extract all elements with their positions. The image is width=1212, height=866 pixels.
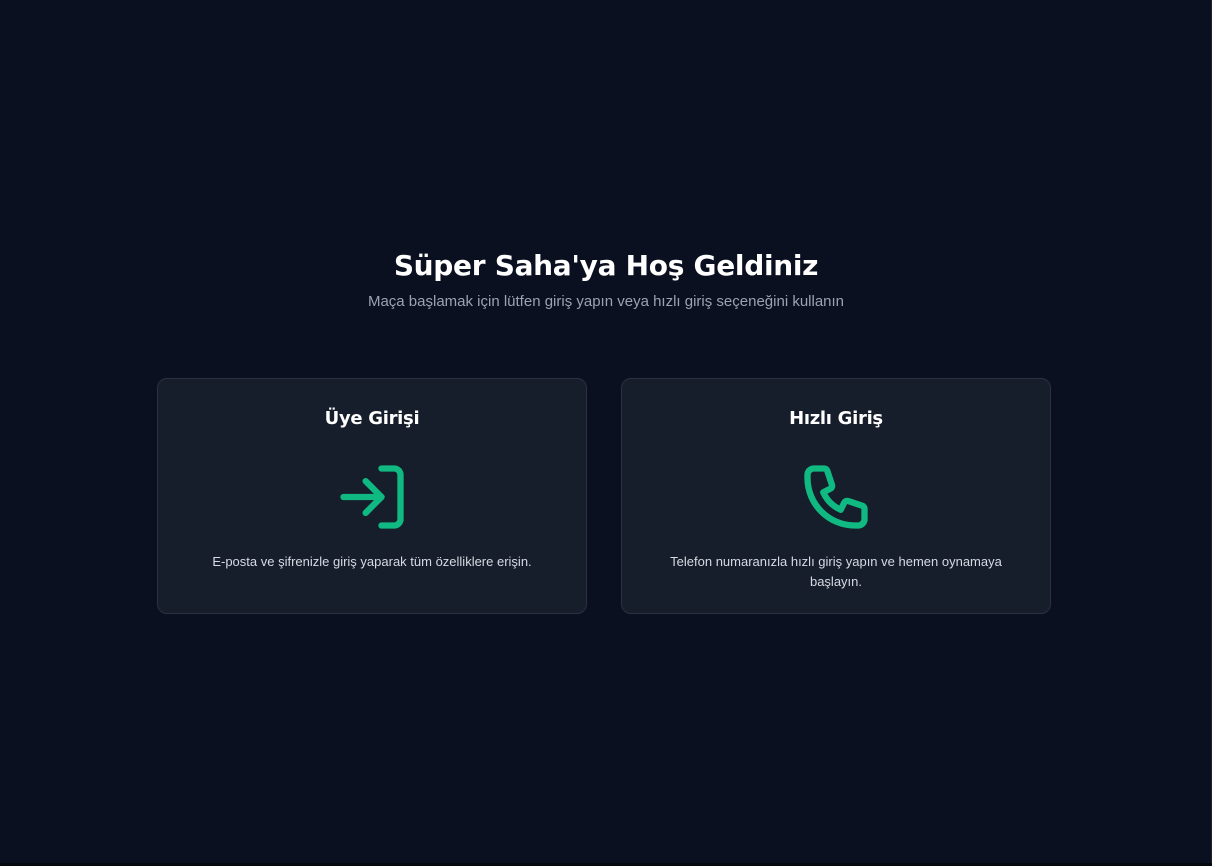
- page-title: Süper Saha'ya Hoş Geldiniz: [393, 249, 819, 282]
- welcome-header: Süper Saha'ya Hoş Geldiniz Maça başlamak…: [0, 246, 1212, 312]
- member-login-description: E-posta ve şifrenizle giriş yaparak tüm …: [212, 554, 532, 569]
- quick-login-card[interactable]: Hızlı Giriş Telefon numaranızla hızlı gi…: [621, 378, 1051, 614]
- member-login-title: Üye Girişi: [324, 408, 420, 429]
- member-login-card[interactable]: Üye Girişi E-posta ve şifrenizle giriş y…: [157, 378, 587, 614]
- quick-login-description: Telefon numaranızla hızlı giriş yapın ve…: [670, 554, 1002, 589]
- quick-login-title: Hızlı Giriş: [789, 408, 883, 429]
- login-options: Üye Girişi E-posta ve şifrenizle giriş y…: [157, 378, 1053, 616]
- log-in-icon: [334, 459, 410, 535]
- phone-icon: [798, 459, 874, 535]
- page-subtitle: Maça başlamak için lütfen giriş yapın ve…: [367, 293, 845, 310]
